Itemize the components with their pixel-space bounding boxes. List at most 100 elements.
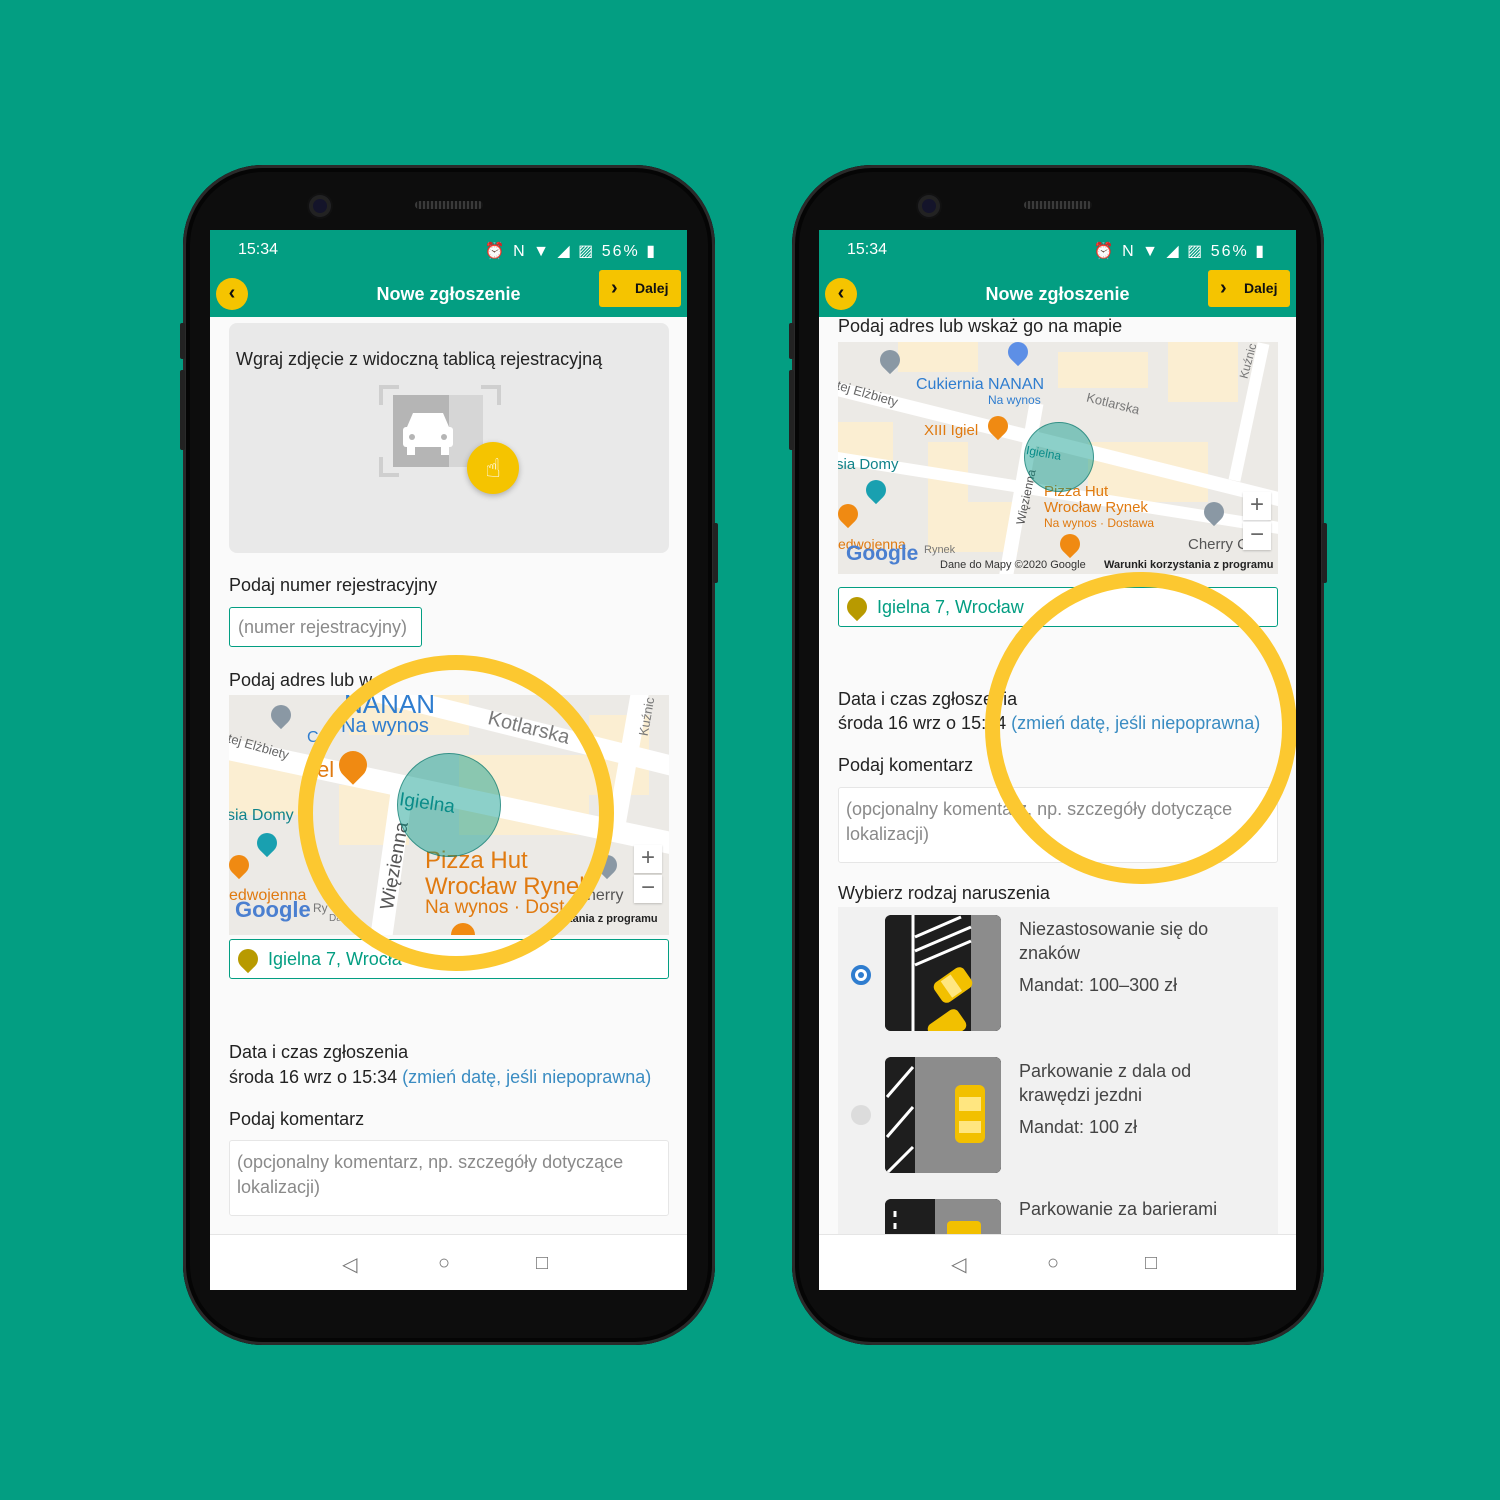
comment-label: Podaj komentarz xyxy=(229,1109,365,1129)
next-button[interactable]: › Dalej xyxy=(599,270,681,307)
next-button-label: Dalej xyxy=(635,280,669,296)
plate-label: Podaj numer rejestracyjny xyxy=(229,575,438,595)
status-icons: ⏰ N ▼ ◢ ▨ 56% ▮ xyxy=(1094,241,1266,261)
google-logo: Google xyxy=(846,542,919,565)
violation-option[interactable]: Niezastosowanie się do znaków Mandat: 10… xyxy=(839,915,1279,1045)
map-label-na-wynos: Na wynos xyxy=(988,393,1041,407)
change-date-link[interactable]: (zmień datę, jeśli niepoprawna) xyxy=(402,1067,651,1087)
tap-hand-icon: ☝ xyxy=(467,442,519,494)
screen: 15:34 ⏰ N ▼ ◢ ▨ 56% ▮ ‹ Nowe zgłoszenie … xyxy=(819,230,1296,1290)
museum-pin-icon xyxy=(861,475,891,505)
location-pin-icon xyxy=(233,944,263,974)
map-label-rynek: Rynek xyxy=(924,544,956,556)
date-value: środa 16 wrz o 15:34 xyxy=(229,1067,398,1087)
earpiece-speaker xyxy=(415,201,483,209)
map-label-sia-domy: sia Domy xyxy=(229,807,294,824)
violation-1-title: Niezastosowanie się do znaków xyxy=(1019,919,1209,963)
map-terms-link[interactable]: tania z programu xyxy=(569,913,658,925)
earpiece-speaker xyxy=(1024,201,1092,209)
screen: 15:34 ⏰ N ▼ ◢ ▨ 56% ▮ ‹ Nowe zgłoszenie … xyxy=(210,230,687,1290)
app-bar: ‹ Nowe zgłoszenie › Dalej xyxy=(819,270,1296,317)
highlight-ring xyxy=(985,572,1296,884)
front-camera xyxy=(309,195,331,217)
address-value: Igielna 7, Wrocław xyxy=(877,597,1024,617)
volume-button xyxy=(789,323,794,359)
zoom-out-button[interactable]: − xyxy=(1243,522,1271,550)
nav-home-icon[interactable]: ○ xyxy=(1047,1252,1059,1275)
violation-3-title: Parkowanie za barierami xyxy=(1019,1199,1218,1219)
front-camera xyxy=(918,195,940,217)
comment-input[interactable]: (opcjonalny komentarz, np. szczegóły dot… xyxy=(229,1140,669,1216)
violation-option[interactable]: Parkowanie za barierami xyxy=(839,1199,1279,1235)
map-label-sia-domy: sia Domy xyxy=(838,456,899,473)
date-row: środa 16 wrz o 15:34 (zmień datę, jeśli … xyxy=(229,1067,651,1088)
map-label-xiii-igiel: XIII Igiel xyxy=(924,422,979,439)
phone-left: 15:34 ⏰ N ▼ ◢ ▨ 56% ▮ ‹ Nowe zgłoszenie … xyxy=(180,165,718,1345)
status-indicator-icons: ⏰ N ▼ ◢ ▨ xyxy=(1093,243,1205,260)
address-label: Podaj adres lub w xyxy=(229,670,373,690)
radio-unselected[interactable] xyxy=(851,1105,871,1125)
nav-back-icon[interactable]: ◁ xyxy=(342,1252,357,1277)
nav-back-icon[interactable]: ◁ xyxy=(951,1252,966,1277)
location-pin-icon xyxy=(842,592,872,622)
violation-2-title: Parkowanie z dala od krawędzi jezdni xyxy=(1019,1061,1192,1105)
map-label-kotlarska: Kotlarska xyxy=(1084,389,1142,418)
plate-input[interactable]: (numer rejestracyjny) xyxy=(229,607,422,647)
map-terms-link[interactable]: Warunki korzystania z programu xyxy=(1104,559,1274,571)
status-bar: 15:34 ⏰ N ▼ ◢ ▨ 56% ▮ xyxy=(210,230,687,270)
photo-upload-card[interactable]: Wgraj zdjęcie z widoczną tablicą rejestr… xyxy=(229,323,669,553)
power-button xyxy=(1322,523,1327,583)
violation-label: Wybierz rodzaj naruszenia xyxy=(838,883,1050,903)
map[interactable]: Cukiernia NANAN Na wynos Kotlarska Kuźni… xyxy=(838,342,1278,574)
battery-percent: 56% xyxy=(1210,243,1249,260)
date-label: Data i czas zgłoszenia xyxy=(229,1042,409,1062)
zoom-in-button[interactable]: + xyxy=(634,845,662,873)
google-logo: Google xyxy=(235,897,311,922)
power-button xyxy=(713,523,718,583)
nav-recents-icon[interactable]: □ xyxy=(536,1252,548,1275)
radio-selected[interactable] xyxy=(851,965,871,985)
battery-icon: ▮ xyxy=(1255,243,1266,260)
violation-2-illustration-icon xyxy=(885,1057,1001,1173)
violation-3-illustration-icon xyxy=(885,1199,1001,1235)
status-indicator-icons: ⏰ N ▼ ◢ ▨ xyxy=(484,243,596,260)
volume-button xyxy=(180,323,185,359)
comment-label: Podaj komentarz xyxy=(838,755,974,775)
status-bar: 15:34 ⏰ N ▼ ◢ ▨ 56% ▮ xyxy=(819,230,1296,270)
nav-home-icon[interactable]: ○ xyxy=(438,1252,450,1275)
zoom-in-button[interactable]: + xyxy=(1243,492,1271,520)
map-label-cherry: Cherry C xyxy=(1188,536,1249,553)
highlight-ring xyxy=(298,655,614,971)
map-label-cukiernia: Cukiernia NANAN xyxy=(916,376,1045,393)
phone-right: 15:34 ⏰ N ▼ ◢ ▨ 56% ▮ ‹ Nowe zgłoszenie … xyxy=(789,165,1327,1345)
zoom-out-button[interactable]: − xyxy=(634,875,662,903)
restaurant-pin-icon xyxy=(1055,529,1085,559)
volume-button xyxy=(789,370,794,450)
status-icons: ⏰ N ▼ ◢ ▨ 56% ▮ xyxy=(485,241,657,261)
map-pin-icon xyxy=(266,700,296,730)
battery-icon: ▮ xyxy=(646,243,657,260)
chevron-right-icon: › xyxy=(1220,277,1227,299)
form-content: Wgraj zdjęcie z widoczną tablicą rejestr… xyxy=(210,317,687,1235)
next-button[interactable]: › Dalej xyxy=(1208,270,1290,307)
museum-pin-icon xyxy=(252,828,282,858)
violation-1-illustration-icon xyxy=(885,915,1001,1031)
chevron-right-icon: › xyxy=(611,277,618,299)
map-data-credit: Dane do Mapy ©2020 Google xyxy=(940,559,1086,571)
map-label-elzbiety: tej Elżbiety xyxy=(838,377,900,410)
status-time: 15:34 xyxy=(238,241,279,258)
violation-2-fine: Mandat: 100 zł xyxy=(1019,1117,1138,1137)
volume-button xyxy=(180,370,185,450)
app-bar: ‹ Nowe zgłoszenie › Dalej xyxy=(210,270,687,317)
nav-recents-icon[interactable]: □ xyxy=(1145,1252,1157,1275)
comment-placeholder: (opcjonalny komentarz, np. szczegóły dot… xyxy=(237,1152,624,1197)
form-content: Podaj adres lub wskaż go na mapie Cukier… xyxy=(819,317,1296,1235)
plate-placeholder: (numer rejestracyjny) xyxy=(238,617,408,637)
date-value: środa 16 wrz o 15:34 xyxy=(838,713,1007,733)
map-label-wroclaw-rynek: Wrocław Rynek xyxy=(1044,499,1148,516)
restaurant-pin-icon xyxy=(838,499,863,529)
android-nav-bar: ◁ ○ □ xyxy=(210,1234,687,1290)
violation-option[interactable]: Parkowanie z dala od krawędzi jezdni Man… xyxy=(839,1057,1279,1187)
violation-1-fine: Mandat: 100–300 zł xyxy=(1019,975,1178,995)
location-radius-circle xyxy=(1024,422,1094,492)
